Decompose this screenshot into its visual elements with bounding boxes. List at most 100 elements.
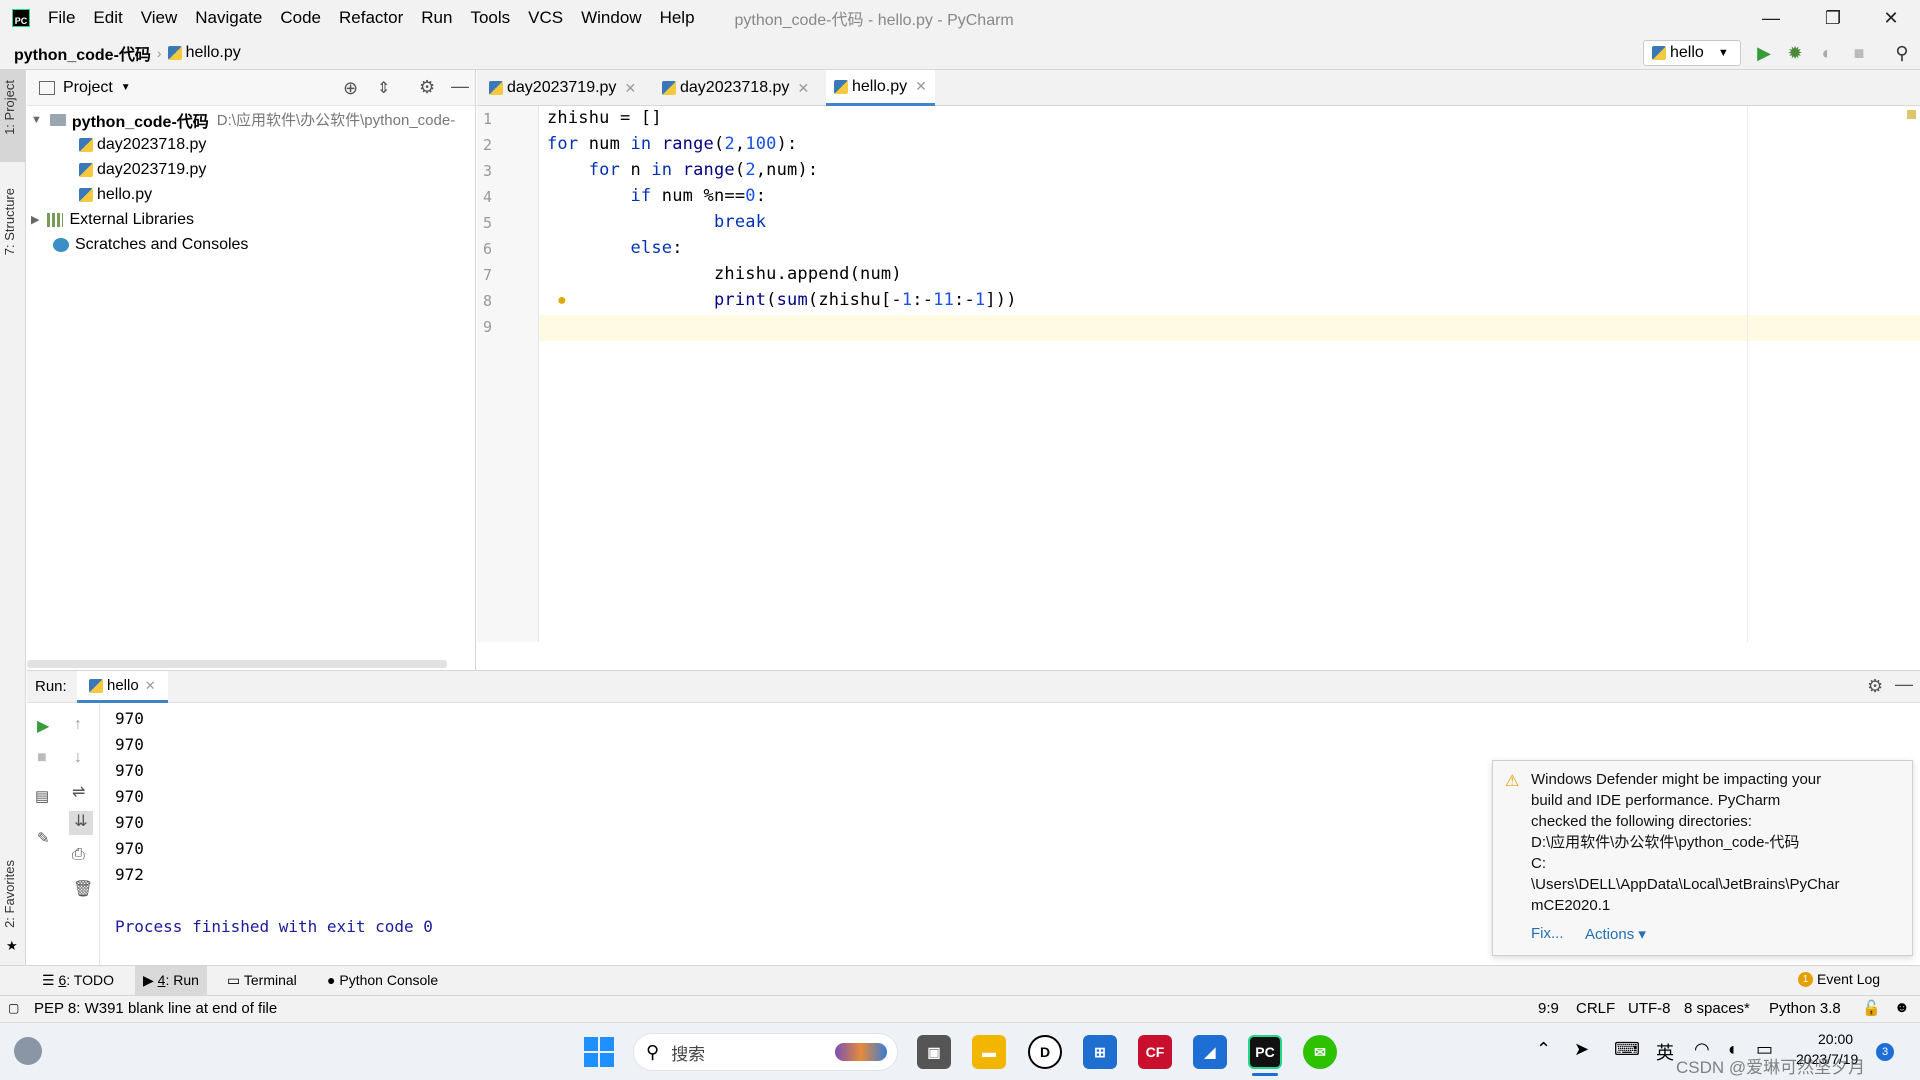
store-icon[interactable]: ⊞ (1083, 1035, 1117, 1069)
tree-scratches[interactable]: Scratches and Consoles (53, 232, 248, 257)
wechat-icon[interactable]: ✉ (1303, 1035, 1337, 1069)
tree-external-libraries[interactable]: ▶ External Libraries (31, 207, 194, 232)
breadcrumb-project[interactable]: python_code-代码 (14, 41, 151, 65)
line-separator[interactable]: CRLF (1576, 1000, 1615, 1017)
close-icon[interactable]: ✕ (1868, 0, 1914, 36)
pycharm-taskbar-icon[interactable]: PC (1248, 1035, 1282, 1069)
start-icon[interactable] (584, 1037, 614, 1067)
menu-code[interactable]: Code (280, 8, 321, 28)
app-cf-icon[interactable]: CF (1138, 1035, 1172, 1069)
close-tab-icon[interactable]: ✕ (145, 678, 156, 694)
event-log-tab[interactable]: 1 Event Log (1798, 971, 1880, 987)
actions-link[interactable]: Actions ▾ (1585, 925, 1646, 943)
tab-hello[interactable]: hello.py ✕ (826, 70, 935, 106)
chevron-down-icon[interactable]: ▼ (121, 82, 131, 93)
tab-day2023718[interactable]: day2023718.py ✕ (654, 70, 817, 106)
run-tool-tab[interactable]: ▶ 4: Run (135, 966, 207, 995)
menu-view[interactable]: View (141, 8, 178, 28)
soft-wrap-icon[interactable]: ⇌ (72, 782, 85, 802)
weather-icon[interactable] (14, 1037, 42, 1065)
hide-icon[interactable]: — (1895, 674, 1913, 695)
lock-icon[interactable]: 🔓 (1862, 999, 1881, 1017)
caret-position[interactable]: 9:9 (1538, 1000, 1559, 1017)
layout-icon[interactable]: ▤ (35, 787, 49, 805)
clock-time[interactable]: 20:00 (1818, 1031, 1853, 1047)
search-icon[interactable]: ⚲ (1890, 41, 1914, 65)
tab-day2023719[interactable]: day2023719.py ✕ (481, 70, 644, 106)
notification-line: Windows Defender might be impacting your (1531, 771, 1822, 788)
menu-file[interactable]: File (48, 8, 75, 28)
stop-icon[interactable]: ■ (37, 749, 47, 767)
indent-setting[interactable]: 8 spaces* (1684, 1000, 1750, 1017)
run-config-label: hello (1670, 44, 1704, 61)
todo-tab[interactable]: ☰ 6: TODO (42, 972, 114, 989)
scroll-down-icon[interactable]: ↓ (74, 749, 82, 767)
menu-help[interactable]: Help (660, 8, 695, 28)
tab-label: hello.py (852, 77, 908, 95)
keyboard-icon[interactable]: ⌨ (1614, 1039, 1640, 1060)
tab-project[interactable]: 1: Project (2, 80, 17, 135)
run-config-select[interactable]: hello ▼ (1643, 40, 1741, 66)
tree-root[interactable]: ▼ python_code-代码 D:\应用软件\办公软件\python_cod… (31, 107, 455, 132)
inspector-icon[interactable]: ☻ (1894, 999, 1910, 1016)
scroll-to-end-icon[interactable]: ⇊ (69, 811, 93, 835)
hide-icon[interactable]: — (451, 76, 469, 97)
interpreter[interactable]: Python 3.8 (1769, 1000, 1841, 1017)
pin-icon[interactable]: ✎ (37, 829, 50, 847)
scratches-icon (53, 237, 69, 252)
close-tab-icon[interactable]: ✕ (624, 80, 636, 97)
expand-arrow-icon[interactable]: ▶ (31, 213, 39, 226)
scroll-up-icon[interactable]: ↑ (74, 716, 82, 734)
app-wave-icon[interactable]: ◢ (1193, 1035, 1227, 1069)
close-tab-icon[interactable]: ✕ (915, 78, 927, 95)
menu-navigate[interactable]: Navigate (195, 8, 262, 28)
fix-link[interactable]: Fix... (1531, 925, 1564, 942)
menu-run[interactable]: Run (421, 8, 452, 28)
dell-icon[interactable]: D (1028, 1035, 1062, 1069)
input-language[interactable]: 英 (1656, 1039, 1674, 1065)
expand-arrow-icon[interactable]: ▼ (31, 114, 42, 126)
python-console-tab[interactable]: ● Python Console (327, 972, 438, 988)
python-file-icon (662, 81, 676, 95)
menu-window[interactable]: Window (581, 8, 641, 28)
menu-edit[interactable]: Edit (93, 8, 122, 28)
gear-icon[interactable]: ⚙ (419, 77, 435, 98)
menu-vcs[interactable]: VCS (528, 8, 563, 28)
location-icon[interactable]: ➤ (1574, 1039, 1589, 1060)
tray-expand-icon[interactable]: ⌃ (1536, 1039, 1551, 1060)
project-panel-title[interactable]: Project (63, 79, 113, 97)
minimize-icon[interactable]: — (1748, 0, 1794, 36)
breadcrumb-file[interactable]: hello.py (186, 44, 241, 62)
close-tab-icon[interactable]: ✕ (797, 80, 809, 97)
file-explorer-icon[interactable]: ▬ (972, 1035, 1006, 1069)
tree-file[interactable]: hello.py (79, 182, 152, 207)
tab-favorites[interactable]: 2: Favorites (2, 860, 17, 928)
horizontal-scrollbar[interactable] (27, 660, 447, 668)
menu-tools[interactable]: Tools (470, 8, 510, 28)
status-toggle-icon[interactable]: ▢ (8, 1001, 19, 1015)
collapse-all-icon[interactable]: ⇕ (377, 78, 390, 98)
tree-file[interactable]: day2023718.py (79, 132, 206, 157)
print-icon[interactable]: ⎙ (72, 846, 85, 864)
taskview-icon[interactable]: ▣ (917, 1035, 951, 1069)
taskbar-search[interactable]: ⚲ 搜索 (633, 1033, 898, 1071)
run-tab-hello[interactable]: hello ✕ (77, 671, 168, 703)
gear-icon[interactable]: ⚙ (1867, 676, 1883, 697)
notification-badge[interactable]: 3 (1876, 1043, 1894, 1061)
inspection-status-icon[interactable] (1907, 110, 1916, 119)
locate-icon[interactable]: ⊕ (343, 78, 358, 99)
code-editor[interactable]: 1 2 3 4 5 6 7 8 9 ● zhishu = [] for num … (477, 106, 1920, 642)
terminal-tab[interactable]: ▭ Terminal (227, 972, 297, 989)
file-encoding[interactable]: UTF-8 (1628, 1000, 1671, 1017)
restore-icon[interactable]: ❐ (1810, 0, 1856, 36)
run-tab-icon: ▶ (143, 972, 158, 988)
coverage-icon[interactable]: ◐ (1815, 41, 1839, 65)
stop-icon[interactable]: ■ (1847, 41, 1871, 65)
tree-file[interactable]: day2023719.py (79, 157, 206, 182)
tab-structure[interactable]: 7: Structure (2, 188, 17, 255)
rerun-icon[interactable]: ▶ (37, 716, 49, 736)
run-icon[interactable]: ▶ (1752, 41, 1776, 65)
menu-refactor[interactable]: Refactor (339, 8, 403, 28)
debug-icon[interactable]: ✹ (1783, 41, 1807, 65)
trash-icon[interactable]: 🗑 (73, 879, 93, 899)
